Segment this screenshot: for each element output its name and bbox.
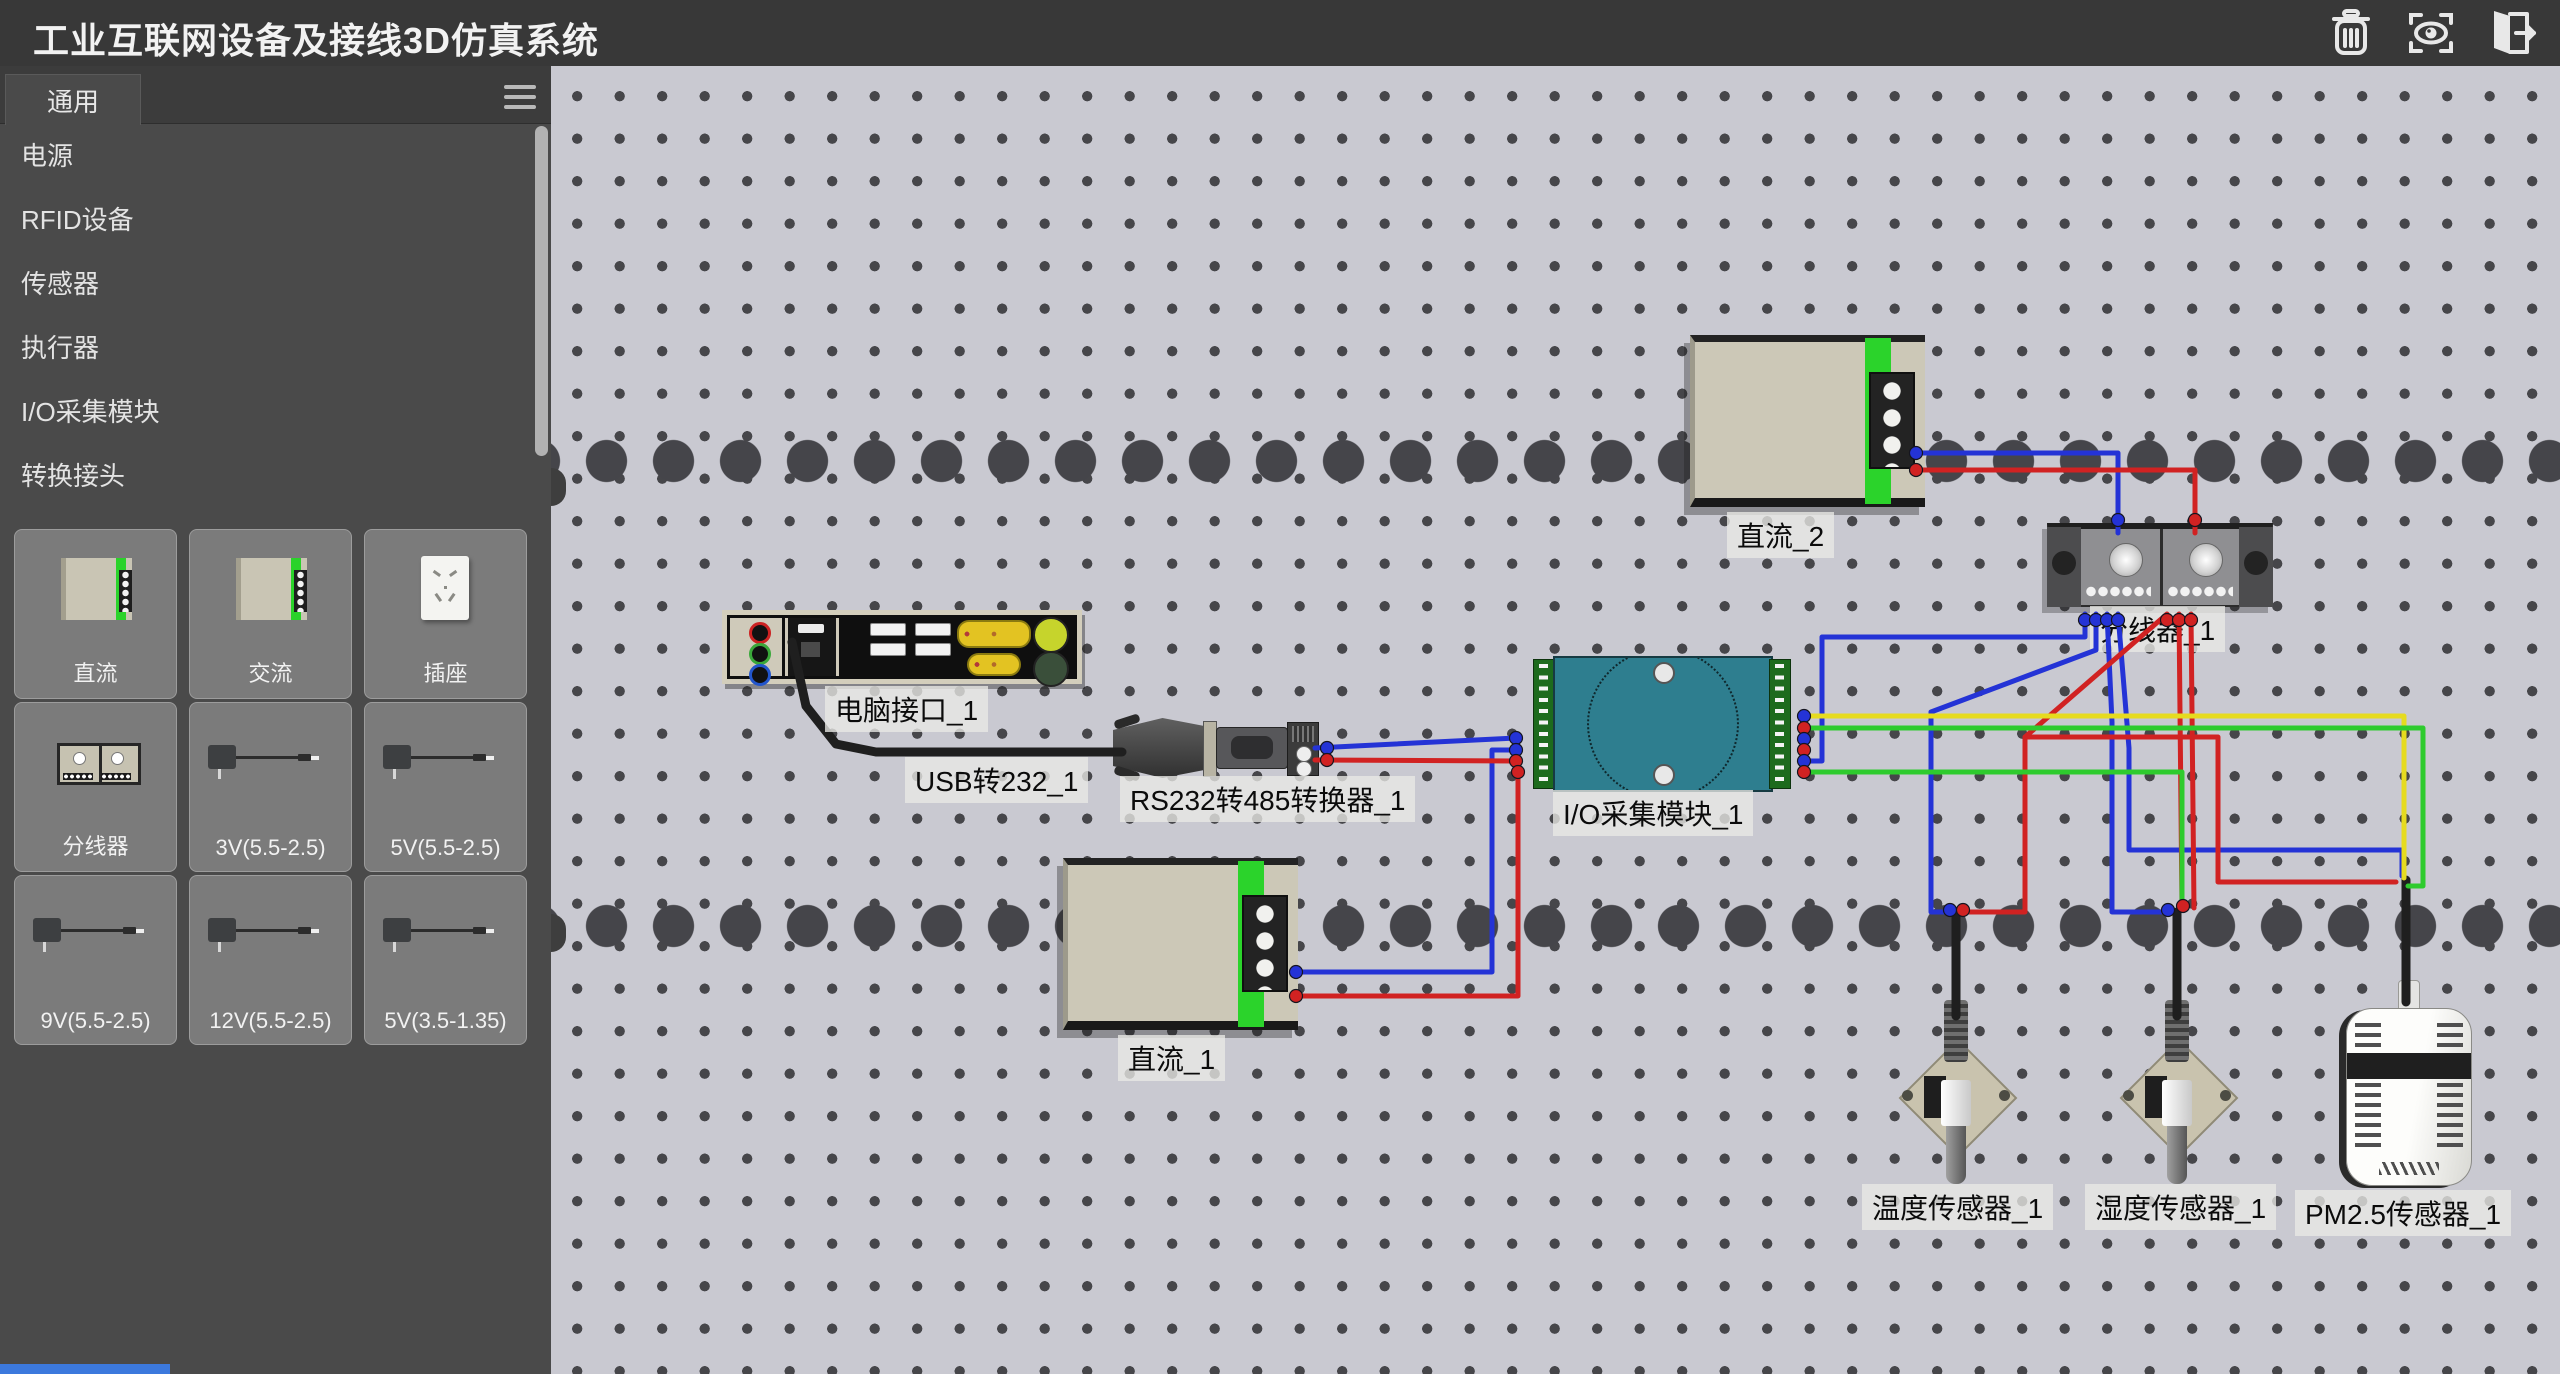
device-io-module[interactable]	[1533, 656, 1791, 792]
card-ac-power[interactable]: 交流	[189, 529, 352, 699]
card-label: 交流	[190, 656, 351, 688]
exit-door-icon[interactable]	[2484, 6, 2538, 60]
device-label: 湿度传感器_1	[2085, 1184, 2276, 1230]
connector-red	[1510, 755, 1523, 768]
tab-general[interactable]: 通用	[5, 74, 141, 125]
card-adapter-9v[interactable]: 9V(5.5-2.5)	[14, 875, 177, 1045]
wire-green	[1804, 728, 2423, 886]
wire-blue	[1931, 614, 2096, 912]
device-rs232-485-converter[interactable]	[1108, 716, 1332, 780]
menu-scrollbar[interactable]	[535, 126, 548, 456]
card-socket[interactable]: 插座	[364, 529, 527, 699]
adapter-icon	[15, 894, 176, 994]
wire-blue	[2118, 614, 2402, 876]
pegboard-band	[551, 439, 2560, 483]
toolbar-icons	[2324, 6, 2538, 60]
wire-red	[1963, 614, 2167, 912]
splitter-icon	[15, 721, 176, 821]
card-label: 插座	[365, 656, 526, 688]
wire-red	[2179, 614, 2182, 908]
device-label: RS232转485转换器_1	[1120, 776, 1415, 822]
bottom-accent-bar	[0, 1364, 170, 1374]
device-label: 直流_2	[1727, 512, 1834, 558]
tab-strip: 通用	[0, 66, 551, 124]
connector-blue	[1798, 733, 1811, 746]
eye-scan-icon[interactable]	[2404, 6, 2458, 60]
category-menu: 电源 RFID设备 传感器 执行器 I/O采集模块 转换接头	[0, 124, 551, 508]
menu-item-converter[interactable]: 转换接头	[0, 444, 551, 508]
wire-red	[2025, 737, 2396, 882]
device-label: 分线器_1	[2090, 606, 2225, 652]
top-bar: 工业互联网设备及接线3D仿真系统	[0, 0, 2560, 66]
app-title: 工业互联网设备及接线3D仿真系统	[33, 12, 599, 64]
card-adapter-5v[interactable]: 5V(5.5-2.5)	[364, 702, 527, 872]
device-label: I/O采集模块_1	[1553, 790, 1753, 836]
pegboard-band	[551, 904, 2560, 948]
device-label: USB转232_1	[905, 757, 1088, 803]
adapter-icon	[365, 894, 526, 994]
connector-blue	[1510, 732, 1523, 745]
menu-item-power[interactable]: 电源	[0, 124, 551, 188]
device-label: 电脑接口_1	[825, 686, 988, 732]
card-adapter-12v[interactable]: 12V(5.5-2.5)	[189, 875, 352, 1045]
menu-item-actuator[interactable]: 执行器	[0, 316, 551, 380]
device-dc-power-1[interactable]	[1063, 858, 1298, 1030]
simulation-canvas[interactable]: 直流_2 电脑接口_1 USB转232_1 RS232转485转换器_1 I/O…	[551, 66, 2560, 1374]
ac-power-icon	[190, 548, 351, 648]
device-label: 直流_1	[1118, 1035, 1225, 1081]
card-dc-power[interactable]: 直流	[14, 529, 177, 699]
wire-red	[1315, 760, 1516, 761]
card-label: 分线器	[15, 829, 176, 861]
card-label: 5V(5.5-2.5)	[365, 835, 526, 861]
connector-blue	[1510, 744, 1523, 757]
adapter-icon	[365, 721, 526, 821]
connector-red	[1798, 722, 1811, 735]
device-label: PM2.5传感器_1	[2295, 1190, 2511, 1236]
card-splitter[interactable]: 分线器	[14, 702, 177, 872]
menu-item-io-module[interactable]: I/O采集模块	[0, 380, 551, 444]
socket-icon	[365, 548, 526, 648]
card-label: 12V(5.5-2.5)	[190, 1008, 351, 1034]
wire-blue	[1804, 614, 2085, 761]
menu-item-sensor[interactable]: 传感器	[0, 252, 551, 316]
device-computer-ports[interactable]	[722, 610, 1082, 684]
connector-blue	[1798, 755, 1811, 768]
connector-red	[1512, 766, 1525, 779]
menu-item-rfid[interactable]: RFID设备	[0, 188, 551, 252]
wire-red	[2191, 614, 2194, 908]
dc-power-icon	[15, 548, 176, 648]
device-humidity-sensor[interactable]	[2121, 1000, 2233, 1186]
wire-green	[1804, 772, 2182, 900]
hamburger-menu-icon[interactable]	[504, 85, 536, 112]
device-label: 温度传感器_1	[1862, 1184, 2053, 1230]
device-pm25-sensor[interactable]	[2340, 978, 2474, 1190]
trash-icon[interactable]	[2324, 6, 2378, 60]
device-splitter[interactable]	[2047, 523, 2273, 607]
card-label: 9V(5.5-2.5)	[15, 1008, 176, 1034]
card-label: 直流	[15, 656, 176, 688]
card-adapter-5v-small[interactable]: 5V(3.5-1.35)	[364, 875, 527, 1045]
wire-blue	[1315, 738, 1516, 748]
connector-blue	[1798, 710, 1811, 723]
adapter-icon	[190, 721, 351, 821]
card-label: 5V(3.5-1.35)	[365, 1008, 526, 1034]
card-adapter-3v[interactable]: 3V(5.5-2.5)	[189, 702, 352, 872]
card-label: 3V(5.5-2.5)	[190, 835, 351, 861]
device-temperature-sensor[interactable]	[1900, 1000, 2012, 1186]
adapter-icon	[190, 894, 351, 994]
wire-yellow	[1804, 716, 2404, 878]
connector-red	[1798, 744, 1811, 757]
wire-blue	[2107, 614, 2168, 912]
device-palette-sidebar: 通用 电源 RFID设备 传感器 执行器 I/O采集模块 转换接头 直流 交流 …	[0, 66, 551, 1374]
device-dc-power-2[interactable]	[1690, 335, 1925, 507]
connector-red	[1798, 766, 1811, 779]
